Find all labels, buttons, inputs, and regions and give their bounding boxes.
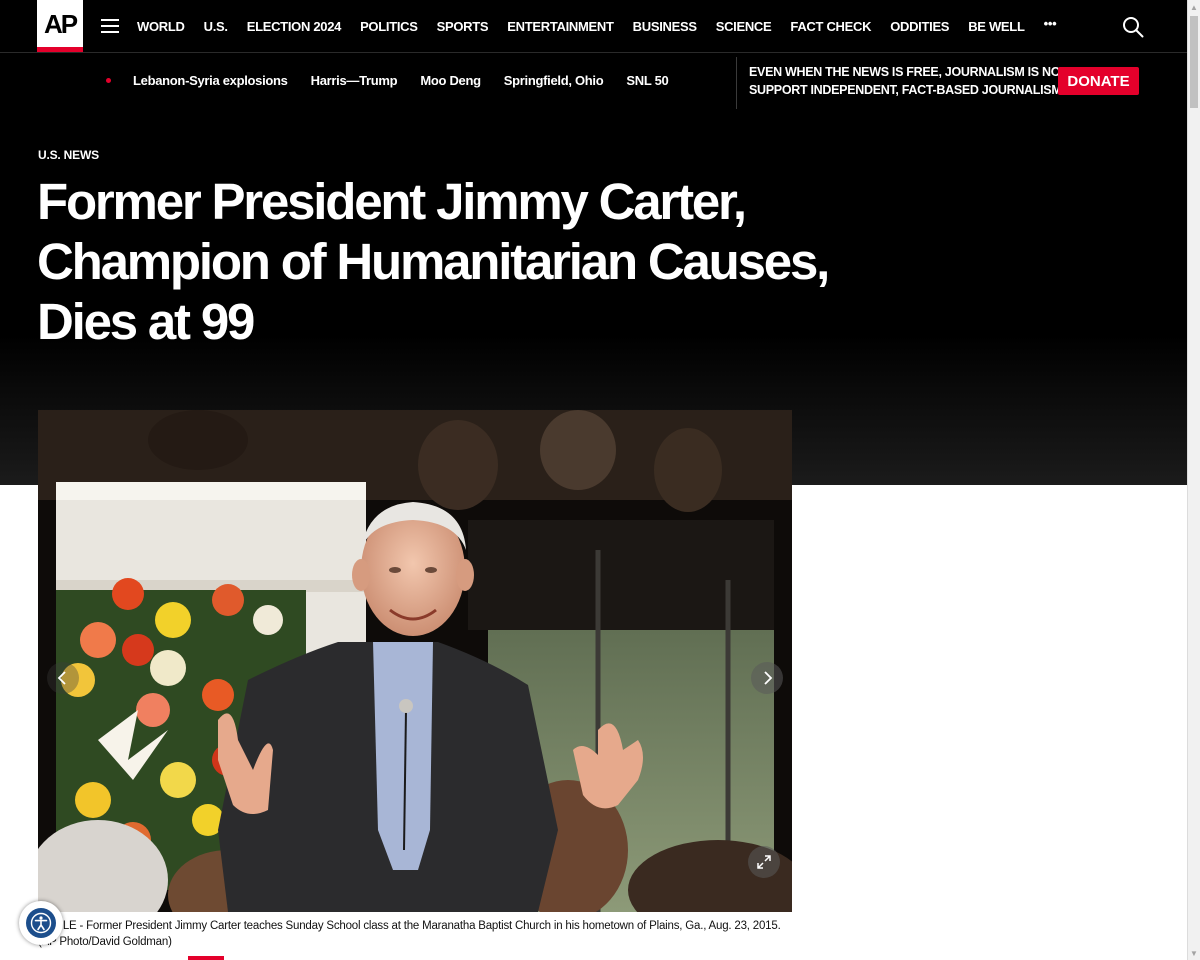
promo-divider bbox=[736, 57, 737, 109]
nav-item-business[interactable]: BUSINESS bbox=[633, 19, 697, 34]
main-nav: WORLD U.S. ELECTION 2024 POLITICS SPORTS… bbox=[137, 0, 1075, 53]
ap-logo[interactable]: AP bbox=[37, 0, 83, 52]
nav-item-politics[interactable]: POLITICS bbox=[360, 19, 418, 34]
accent-bar bbox=[188, 956, 224, 960]
trending-item[interactable]: Moo Deng bbox=[420, 73, 481, 88]
photo-caption: 5 | FILE - Former President Jimmy Carter… bbox=[38, 918, 798, 950]
expand-photo-button[interactable] bbox=[748, 846, 780, 878]
page: AP WORLD U.S. ELECTION 2024 POLITICS SPO… bbox=[0, 0, 1200, 960]
trending-item[interactable]: Springfield, Ohio bbox=[504, 73, 604, 88]
photo-illustration bbox=[38, 410, 792, 912]
scroll-up-arrow-icon[interactable]: ▲ bbox=[1188, 0, 1200, 14]
chevron-left-icon bbox=[57, 671, 66, 685]
lead-photo[interactable] bbox=[38, 410, 792, 912]
section-label[interactable]: U.S. NEWS bbox=[38, 148, 99, 162]
photo-credit: (AP Photo/David Goldman) bbox=[38, 936, 172, 948]
accessibility-button[interactable] bbox=[19, 901, 63, 945]
logo-text: AP bbox=[43, 9, 78, 39]
promo-line-1: EVEN WHEN THE NEWS IS FREE, JOURNALISM I… bbox=[749, 65, 1070, 79]
nav-item-fact-check[interactable]: FACT CHECK bbox=[790, 19, 871, 34]
trending-list: Lebanon-Syria explosions Harris—Trump Mo… bbox=[133, 53, 691, 108]
accessibility-icon bbox=[30, 912, 52, 934]
nav-item-be-well[interactable]: BE WELL bbox=[968, 19, 1025, 34]
promo-line-2: SUPPORT INDEPENDENT, FACT-BASED JOURNALI… bbox=[749, 83, 1065, 97]
trending-item[interactable]: Lebanon-Syria explosions bbox=[133, 73, 288, 88]
nav-item-sports[interactable]: SPORTS bbox=[437, 19, 489, 34]
trending-item[interactable]: Harris—Trump bbox=[311, 73, 398, 88]
scroll-down-arrow-icon[interactable]: ▼ bbox=[1188, 946, 1200, 960]
donate-button[interactable]: DONATE bbox=[1058, 67, 1139, 95]
trending-dot-icon bbox=[106, 78, 111, 83]
trending-item[interactable]: SNL 50 bbox=[626, 73, 668, 88]
hamburger-icon[interactable] bbox=[101, 19, 119, 33]
caption-text: FILE - Former President Jimmy Carter tea… bbox=[53, 920, 781, 932]
nav-item-world[interactable]: WORLD bbox=[137, 19, 185, 34]
support-promo: EVEN WHEN THE NEWS IS FREE, JOURNALISM I… bbox=[749, 63, 1070, 99]
search-icon[interactable] bbox=[1122, 16, 1144, 38]
next-photo-button[interactable] bbox=[751, 662, 783, 694]
page-scrollbar[interactable]: ▲ ▼ bbox=[1187, 0, 1200, 960]
nav-item-entertainment[interactable]: ENTERTAINMENT bbox=[507, 19, 614, 34]
chevron-right-icon bbox=[764, 671, 773, 685]
expand-icon bbox=[757, 855, 771, 869]
nav-item-science[interactable]: SCIENCE bbox=[716, 19, 772, 34]
nav-item-election-2024[interactable]: ELECTION 2024 bbox=[247, 19, 342, 34]
nav-item-us[interactable]: U.S. bbox=[204, 19, 228, 34]
top-navigation: AP WORLD U.S. ELECTION 2024 POLITICS SPO… bbox=[0, 0, 1187, 53]
prev-photo-button[interactable] bbox=[47, 662, 79, 694]
article-headline: Former President Jimmy Carter, Champion … bbox=[37, 173, 830, 350]
scroll-thumb[interactable] bbox=[1190, 16, 1198, 108]
more-dots-icon[interactable]: ••• bbox=[1044, 16, 1057, 31]
nav-item-oddities[interactable]: ODDITIES bbox=[890, 19, 949, 34]
